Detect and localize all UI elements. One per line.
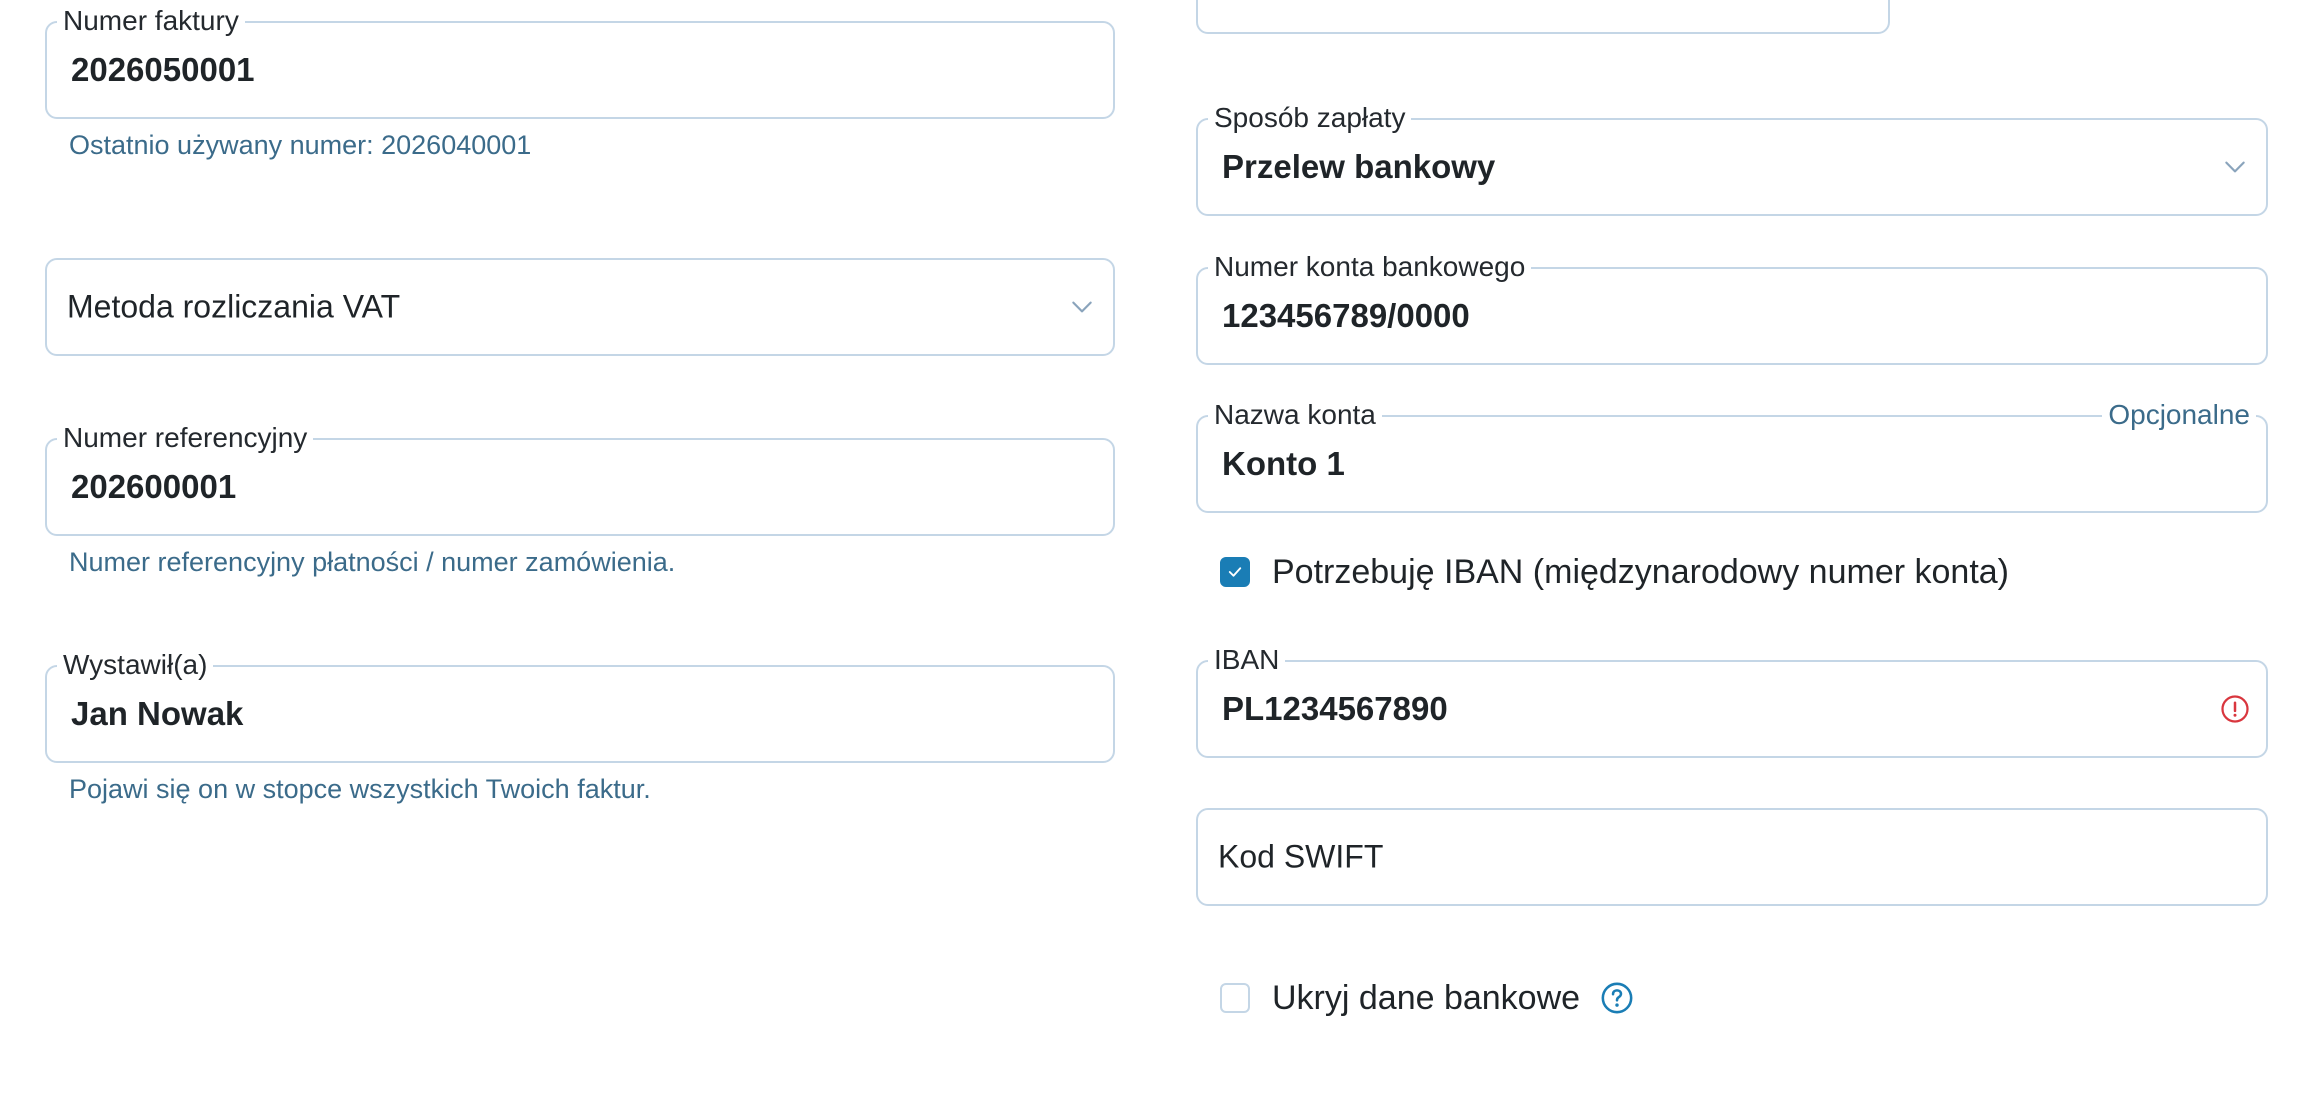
bank-account-number-field[interactable]: Numer konta bankowego 123456789/0000 (1196, 251, 2268, 365)
invoice-number-helper: Ostatnio używany numer: 2026040001 (69, 130, 532, 160)
iban-label: IBAN (1208, 644, 1286, 676)
need-iban-checkbox-row[interactable]: Potrzebuję IBAN (międzynarodowy numer ko… (1220, 552, 2009, 592)
reference-number-value[interactable]: 202600001 (71, 468, 236, 506)
account-name-optional: Opcjonalne (2102, 399, 2256, 431)
question-circle-icon[interactable] (1600, 981, 1634, 1015)
chevron-down-icon[interactable] (2222, 154, 2248, 180)
need-iban-checkbox[interactable] (1220, 557, 1250, 587)
swift-code-field[interactable]: Kod SWIFT (1196, 808, 2268, 906)
issued-by-field[interactable]: Wystawił(a) Jan Nowak (45, 649, 1115, 763)
invoice-number-label: Numer faktury (57, 5, 245, 37)
issued-by-value[interactable]: Jan Nowak (71, 695, 243, 733)
previous-field[interactable] (1196, 0, 1890, 34)
hide-bank-details-checkbox[interactable] (1220, 983, 1250, 1013)
need-iban-label: Potrzebuję IBAN (międzynarodowy numer ko… (1272, 552, 2009, 591)
reference-number-label: Numer referencyjny (57, 422, 314, 454)
issued-by-helper: Pojawi się on w stopce wszystkich Twoich… (69, 774, 651, 804)
issued-by-label: Wystawił(a) (57, 649, 214, 681)
check-icon (1228, 567, 1242, 577)
invoice-number-value[interactable]: 2026050001 (71, 51, 255, 89)
account-name-label: Nazwa konta (1208, 399, 1382, 431)
alert-circle-icon (2221, 695, 2249, 723)
swift-code-placeholder: Kod SWIFT (1218, 838, 1384, 875)
chevron-down-icon[interactable] (1069, 294, 1095, 320)
payment-method-select[interactable]: Sposób zapłaty Przelew bankowy (1196, 102, 2268, 216)
iban-field[interactable]: IBAN PL1234567890 (1196, 644, 2268, 758)
account-name-value[interactable]: Konto 1 (1222, 445, 1345, 483)
account-name-field[interactable]: Nazwa konta Opcjonalne Konto 1 (1196, 399, 2268, 513)
reference-number-field[interactable]: Numer referencyjny 202600001 (45, 422, 1115, 536)
bank-account-number-value[interactable]: 123456789/0000 (1222, 297, 1470, 335)
hide-bank-details-label: Ukryj dane bankowe (1272, 978, 1581, 1017)
payment-method-label: Sposób zapłaty (1208, 102, 1412, 134)
vat-method-placeholder: Metoda rozliczania VAT (67, 288, 401, 325)
reference-number-helper: Numer referencyjny płatności / numer zam… (69, 547, 676, 577)
iban-value[interactable]: PL1234567890 (1222, 690, 1448, 728)
hide-bank-details-row[interactable]: Ukryj dane bankowe (1220, 978, 1634, 1018)
bank-account-number-label: Numer konta bankowego (1208, 251, 1532, 283)
payment-method-value: Przelew bankowy (1222, 148, 1496, 185)
invoice-number-field[interactable]: Numer faktury 2026050001 (45, 5, 1115, 119)
vat-method-select[interactable]: Metoda rozliczania VAT (45, 258, 1115, 356)
